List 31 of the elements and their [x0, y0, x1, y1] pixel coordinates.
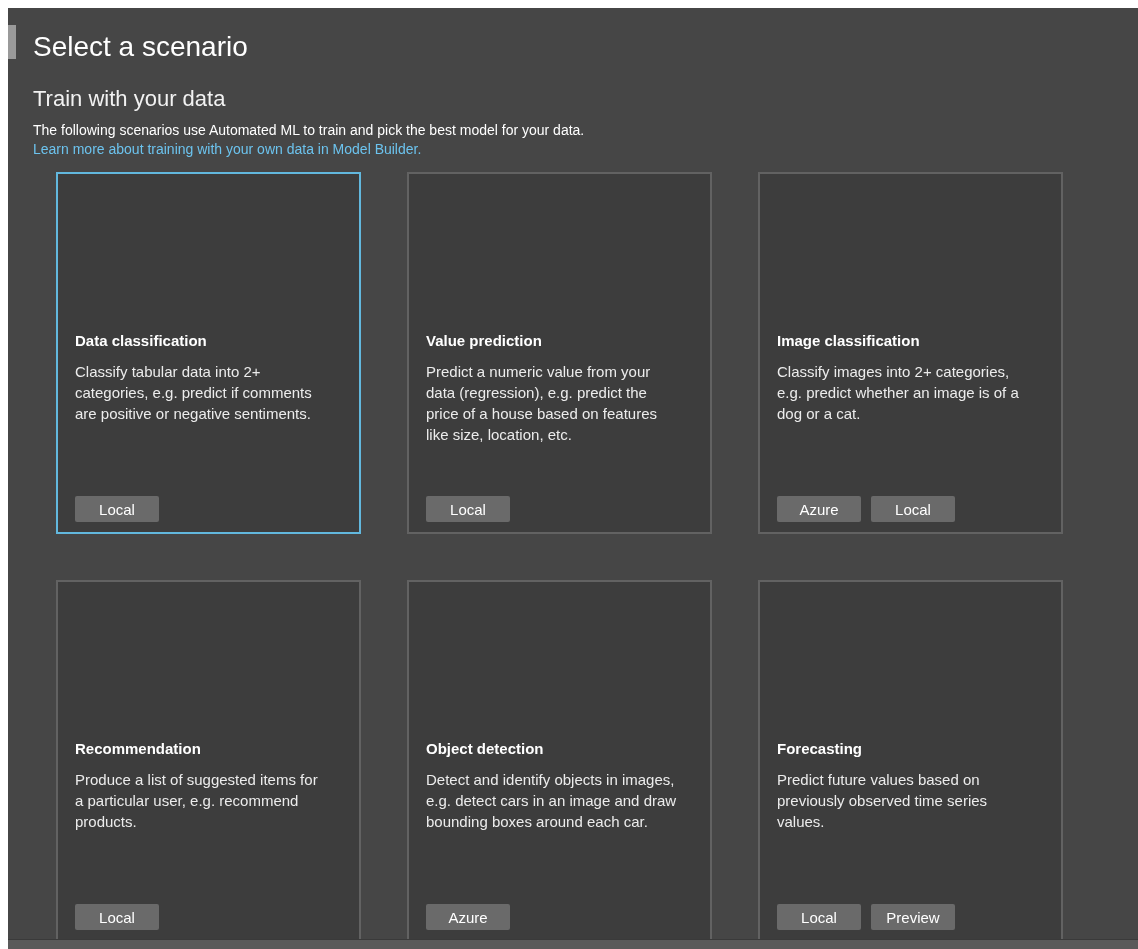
scenario-card[interactable]: Image classification Classify images into 2+ categories, e.g. predict whether an image is of a dog or a cat. Azure Local — [758, 172, 1063, 534]
scenario-card[interactable]: Object detection Detect and identify objects in images, e.g. detect cars in an image and draw bounding boxes around each car. Azure — [407, 580, 712, 939]
accent-bar — [8, 25, 16, 59]
page-title: Select a scenario — [33, 30, 249, 64]
scenario-card[interactable]: Data classification Classify tabular data into 2+ categories, e.g. predict if comments are positive or negative sentiments. Local — [56, 172, 361, 534]
environment-tag: Azure — [777, 496, 861, 522]
environment-tag: Local — [777, 904, 861, 930]
scenario-description: Predict future values based on previously observed time series values. — [777, 770, 989, 832]
scenario-title: Recommendation — [75, 739, 202, 759]
scenario-title: Forecasting — [777, 739, 864, 759]
environment-tag: Azure — [426, 904, 510, 930]
environment-tag: Local — [75, 904, 159, 930]
scenario-description: Detect and identify objects in images, e.g. detect cars in an image and draw bounding boxes around each car. — [426, 770, 678, 832]
environment-tag: Preview — [871, 904, 955, 930]
scenario-title: Image classification — [777, 331, 921, 351]
section-heading: Train with your data — [33, 86, 227, 112]
scenario-card[interactable]: Forecasting Predict future values based on previously observed time series values. Local Preview — [758, 580, 1063, 939]
scenario-title: Data classification — [75, 331, 208, 351]
scenario-card[interactable]: Value prediction Predict a numeric value from your data (regression), e.g. predict the price of a house based on features like size, location, etc. Local — [407, 172, 712, 534]
scenario-title: Object detection — [426, 739, 545, 759]
environment-tag: Local — [871, 496, 955, 522]
section-description: The following scenarios use Automated ML to train and pick the best model for your data. — [33, 121, 586, 140]
scenario-title: Value prediction — [426, 331, 543, 351]
learn-more-link[interactable]: Learn more about training with your own data in Model Builder. — [33, 140, 422, 158]
scenario-description: Classify tabular data into 2+ categories, e.g. predict if comments are positive or negative sentiments. — [75, 362, 313, 424]
scenario-description: Produce a list of suggested items for a particular user, e.g. recommend products. — [75, 770, 319, 832]
scenario-description: Classify images into 2+ categories, e.g. predict whether an image is of a dog or a cat. — [777, 362, 1020, 424]
environment-tag: Local — [75, 496, 159, 522]
scenario-description: Predict a numeric value from your data (regression), e.g. predict the price of a house based on features like size, location, etc. — [426, 362, 658, 445]
environment-tag: Local — [426, 496, 510, 522]
scenario-card[interactable]: Recommendation Produce a list of suggested items for a particular user, e.g. recommend products. Local — [56, 580, 361, 939]
